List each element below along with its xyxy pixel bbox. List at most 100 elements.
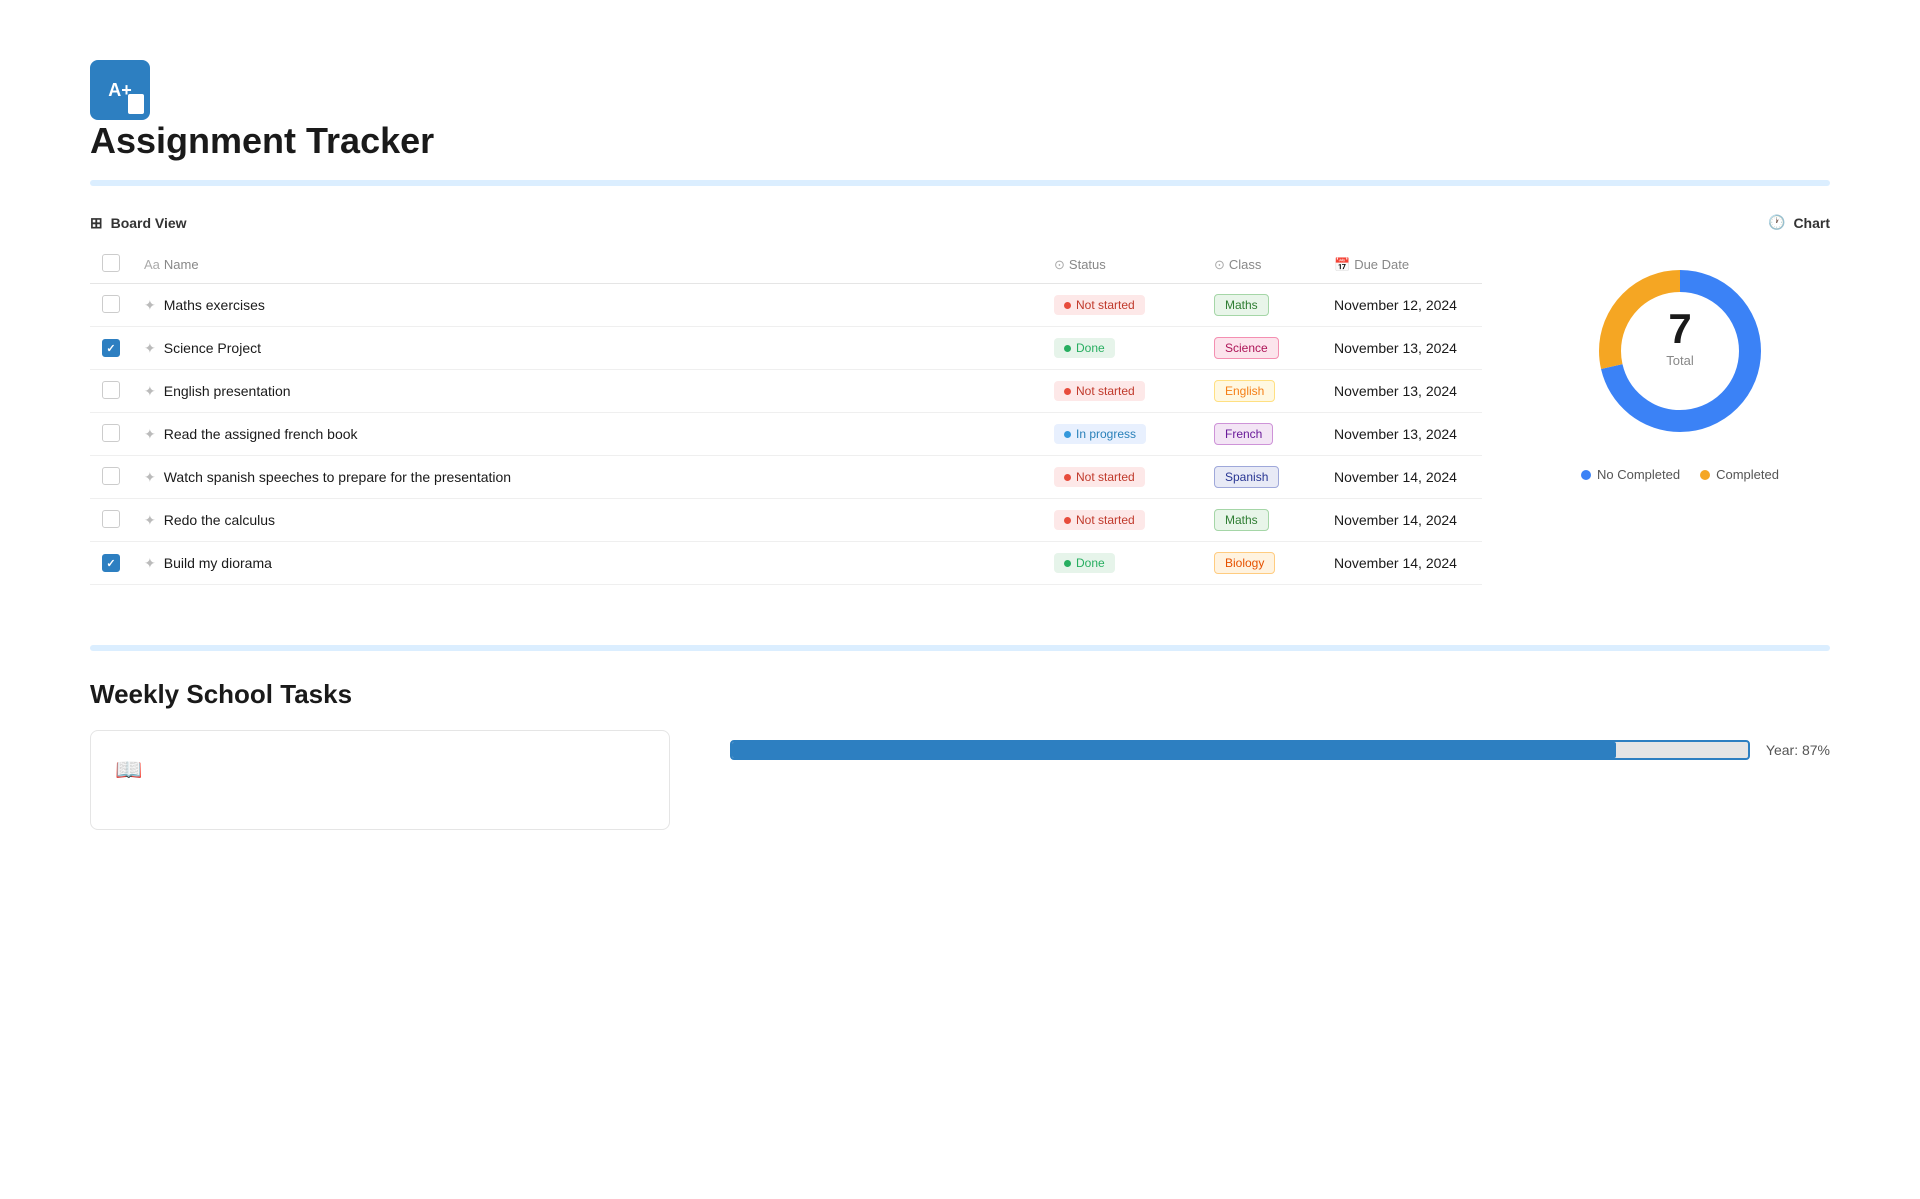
class-badge: Maths — [1214, 509, 1269, 531]
row-date-cell: November 13, 2024 — [1322, 413, 1482, 456]
legend-label-no-completed: No Completed — [1597, 467, 1680, 482]
row-star-icon: ✦ — [144, 426, 156, 443]
row-checkbox-cell — [90, 370, 132, 413]
row-date-cell: November 13, 2024 — [1322, 327, 1482, 370]
board-view-header: ⊞ Board View — [90, 214, 1482, 232]
table-row: ✦ English presentation Not started Engli… — [90, 370, 1482, 413]
th-due-date: 📅Due Date — [1322, 246, 1482, 284]
row-date-cell: November 14, 2024 — [1322, 542, 1482, 585]
status-text: Not started — [1076, 470, 1135, 484]
row-star-icon: ✦ — [144, 469, 156, 486]
status-text: Done — [1076, 341, 1105, 355]
progress-label: Year: 87% — [1766, 742, 1830, 758]
row-star-icon: ✦ — [144, 340, 156, 357]
legend-label-completed: Completed — [1716, 467, 1779, 482]
row-class-cell: English — [1202, 370, 1322, 413]
th-name: AaName — [132, 246, 1042, 284]
class-badge: French — [1214, 423, 1273, 445]
class-badge: English — [1214, 380, 1275, 402]
row-checkbox[interactable] — [102, 554, 120, 572]
chart-legend: No Completed Completed — [1581, 467, 1779, 482]
row-name-cell: ✦ Redo the calculus — [132, 499, 1042, 542]
status-text: Done — [1076, 556, 1105, 570]
row-checkbox-cell — [90, 413, 132, 456]
svg-text:Total: Total — [1666, 353, 1694, 368]
donut-svg: 7 Total — [1580, 251, 1780, 451]
status-dot — [1064, 517, 1071, 524]
chart-icon: 🕐 — [1768, 214, 1785, 231]
row-checkbox-cell — [90, 499, 132, 542]
row-checkbox[interactable] — [102, 295, 120, 313]
th-checkbox — [90, 246, 132, 284]
board-section: ⊞ Board View AaName ⊙Status — [90, 214, 1830, 585]
class-badge: Spanish — [1214, 466, 1279, 488]
row-name-cell: ✦ Maths exercises — [132, 284, 1042, 327]
row-date-text: November 12, 2024 — [1334, 297, 1457, 313]
row-checkbox[interactable] — [102, 467, 120, 485]
table-row: ✦ Science Project Done Science November … — [90, 327, 1482, 370]
row-status-cell: Not started — [1042, 456, 1202, 499]
status-text: In progress — [1076, 427, 1136, 441]
row-date-text: November 14, 2024 — [1334, 512, 1457, 528]
logo-text: A+ — [108, 80, 132, 101]
row-date-cell: November 12, 2024 — [1322, 284, 1482, 327]
table-row: ✦ Maths exercises Not started Maths Nove… — [90, 284, 1482, 327]
row-checkbox[interactable] — [102, 424, 120, 442]
row-checkbox[interactable] — [102, 381, 120, 399]
chart-label: Chart — [1793, 215, 1830, 231]
legend-dot-no-completed — [1581, 470, 1591, 480]
progress-section: Year: 87% — [730, 730, 1830, 760]
row-name-text: Read the assigned french book — [164, 426, 358, 442]
select-all-checkbox[interactable] — [102, 254, 120, 272]
table-wrapper: ⊞ Board View AaName ⊙Status — [90, 214, 1482, 585]
page-title: Assignment Tracker — [90, 120, 1830, 162]
row-star-icon: ✦ — [144, 512, 156, 529]
row-name-text: Science Project — [164, 340, 261, 356]
svg-text:7: 7 — [1668, 305, 1691, 352]
app-logo: A+ — [90, 60, 150, 120]
row-checkbox[interactable] — [102, 510, 120, 528]
table-row: ✦ Read the assigned french book In progr… — [90, 413, 1482, 456]
row-date-text: November 14, 2024 — [1334, 469, 1457, 485]
status-dot — [1064, 560, 1071, 567]
row-name-text: Maths exercises — [164, 297, 265, 313]
row-status-cell: Not started — [1042, 370, 1202, 413]
book-icon: 📖 — [115, 757, 142, 783]
progress-bar-wrapper: Year: 87% — [730, 740, 1830, 760]
status-text: Not started — [1076, 384, 1135, 398]
progress-bar-outer — [730, 740, 1750, 760]
row-status-cell: In progress — [1042, 413, 1202, 456]
row-date-text: November 14, 2024 — [1334, 555, 1457, 571]
legend-no-completed: No Completed — [1581, 467, 1680, 482]
class-badge: Biology — [1214, 552, 1275, 574]
status-badge: Done — [1054, 338, 1115, 358]
page: A+ Assignment Tracker ⊞ Board View AaNam — [0, 0, 1920, 890]
table-row: ✦ Watch spanish speeches to prepare for … — [90, 456, 1482, 499]
th-class: ⊙Class — [1202, 246, 1322, 284]
legend-completed: Completed — [1700, 467, 1779, 482]
donut-chart: 7 Total No Completed Completed — [1530, 251, 1830, 482]
row-date-cell: November 14, 2024 — [1322, 499, 1482, 542]
status-text: Not started — [1076, 298, 1135, 312]
row-class-cell: Spanish — [1202, 456, 1322, 499]
th-status: ⊙Status — [1042, 246, 1202, 284]
table-row: ✦ Redo the calculus Not started Maths No… — [90, 499, 1482, 542]
book-card: 📖 — [90, 730, 670, 830]
progress-bar-inner — [732, 742, 1616, 758]
status-text: Not started — [1076, 513, 1135, 527]
status-dot — [1064, 474, 1071, 481]
class-badge: Science — [1214, 337, 1279, 359]
row-class-cell: Biology — [1202, 542, 1322, 585]
row-status-cell: Not started — [1042, 284, 1202, 327]
row-checkbox[interactable] — [102, 339, 120, 357]
header-divider — [90, 180, 1830, 186]
class-badge: Maths — [1214, 294, 1269, 316]
weekly-title: Weekly School Tasks — [90, 679, 1830, 710]
board-view-icon: ⊞ — [90, 214, 103, 232]
status-dot — [1064, 431, 1071, 438]
row-name-text: Watch spanish speeches to prepare for th… — [164, 469, 511, 485]
status-dot — [1064, 345, 1071, 352]
status-badge: Not started — [1054, 467, 1145, 487]
board-view-label: Board View — [111, 215, 187, 231]
row-class-cell: French — [1202, 413, 1322, 456]
